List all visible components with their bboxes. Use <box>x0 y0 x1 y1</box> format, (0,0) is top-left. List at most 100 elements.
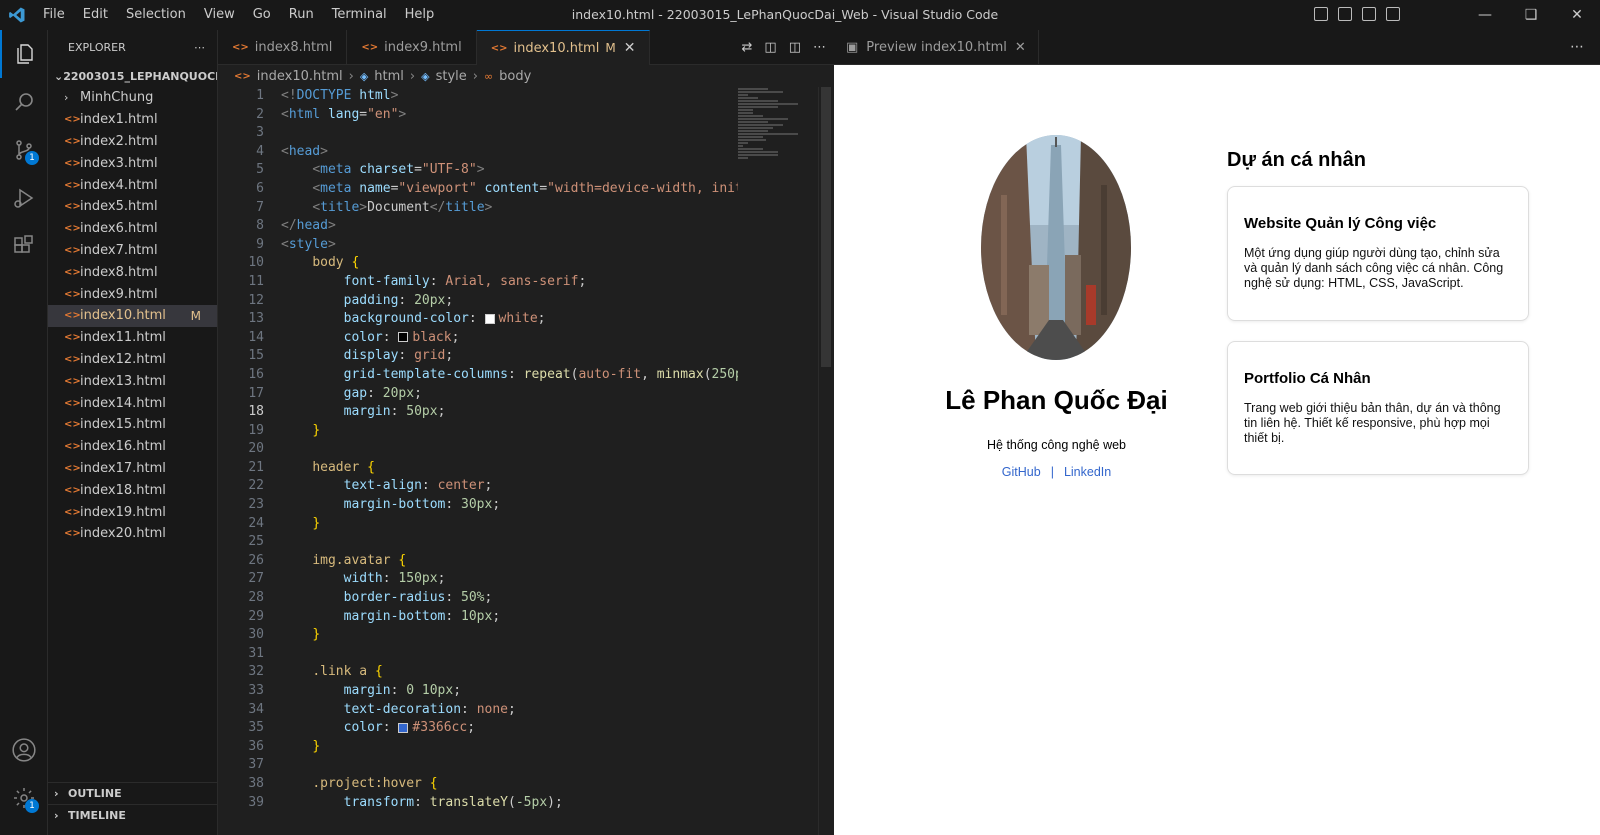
explorer-icon[interactable] <box>0 30 48 78</box>
toggle-panel-icon[interactable] <box>1338 7 1352 21</box>
code-text: } <box>312 627 321 643</box>
code-line: 17 gap: 20px; <box>218 385 738 404</box>
code-text: <head> <box>281 143 328 159</box>
split-editor-icon[interactable]: ◫ <box>789 40 801 55</box>
code-text: border-radius: 50%; <box>343 590 493 606</box>
color-swatch[interactable] <box>398 332 409 343</box>
menu-terminal[interactable]: Terminal <box>323 0 396 30</box>
vscode-logo-icon <box>0 0 34 30</box>
toggle-secondary-sidebar-icon[interactable] <box>1362 7 1376 21</box>
tree-file[interactable]: <> index9.html <box>48 283 217 305</box>
breadcrumb-style[interactable]: style <box>436 69 467 84</box>
html-file-icon: <> <box>64 462 81 474</box>
extensions-icon[interactable] <box>0 222 48 270</box>
tree-item-label: index6.html <box>80 221 158 237</box>
tree-file[interactable]: <> index6.html <box>48 218 217 240</box>
breadcrumb-html[interactable]: html <box>374 69 404 84</box>
tab-index9[interactable]: <> index9.html <box>347 30 477 65</box>
chevron-right-icon: › <box>54 809 59 822</box>
outline-section[interactable]: › OUTLINE <box>48 782 218 804</box>
customize-layout-icon[interactable] <box>1386 7 1400 21</box>
more-actions-icon[interactable]: ⋯ <box>1570 30 1584 65</box>
line-number: 30 <box>248 627 264 643</box>
color-swatch[interactable] <box>484 313 495 324</box>
line-number: 12 <box>248 292 264 308</box>
project-card[interactable]: Website Quản lý Công việc Một ứng dụng g… <box>1227 186 1529 321</box>
code-text: background-color: white; <box>343 311 546 327</box>
tree-folder[interactable]: › MinhChung <box>48 87 217 109</box>
account-icon[interactable] <box>0 726 48 774</box>
tab-index8[interactable]: <> index8.html <box>218 30 348 65</box>
more-actions-icon[interactable]: ⋯ <box>813 40 826 55</box>
linkedin-link[interactable]: LinkedIn <box>1064 465 1111 479</box>
tree-file[interactable]: <> index1.html <box>48 109 217 131</box>
tree-file[interactable]: <> index5.html <box>48 196 217 218</box>
tree-item-label: index20.html <box>80 526 166 542</box>
menu-file[interactable]: File <box>34 0 74 30</box>
toggle-sidebar-icon[interactable] <box>1314 7 1328 21</box>
restore-icon[interactable]: ❑ <box>1508 0 1554 30</box>
open-preview-icon[interactable]: ◫ <box>764 40 776 55</box>
line-number: 27 <box>248 571 264 587</box>
menu-edit[interactable]: Edit <box>74 0 117 30</box>
timeline-section[interactable]: › TIMELINE <box>48 804 218 826</box>
github-link[interactable]: GitHub <box>1002 465 1041 479</box>
search-icon[interactable] <box>0 78 48 126</box>
close-window-icon[interactable]: ✕ <box>1554 0 1600 30</box>
tree-file[interactable]: <> index18.html <box>48 479 217 501</box>
layout-controls <box>1314 7 1400 21</box>
tree-file[interactable]: <> index12.html <box>48 349 217 371</box>
line-number: 17 <box>248 385 264 401</box>
code-editor[interactable]: 1 <!DOCTYPE html> 2 <html lang="en"> 3 4 <head… <box>218 87 738 835</box>
line-number: 10 <box>248 255 264 271</box>
menu-view[interactable]: View <box>195 0 244 30</box>
minimap[interactable] <box>738 87 808 287</box>
tree-file[interactable]: <> index17.html <box>48 458 217 480</box>
breadcrumb-body[interactable]: body <box>499 69 531 84</box>
compare-changes-icon[interactable]: ⇄ <box>742 40 753 55</box>
project-card[interactable]: Portfolio Cá Nhân Trang web giới thiệu b… <box>1227 341 1529 475</box>
menu-help[interactable]: Help <box>396 0 444 30</box>
tab-index10[interactable]: <> index10.html M ✕ <box>476 30 651 65</box>
editor-actions: ⇄ ◫ ◫ ⋯ <box>742 30 827 65</box>
source-control-icon[interactable]: 1 <box>0 126 48 174</box>
tree-item-label: index7.html <box>80 242 158 258</box>
code-line: 35 color: #3366cc; <box>218 719 738 738</box>
menu-selection[interactable]: Selection <box>117 0 195 30</box>
minimize-icon[interactable]: — <box>1462 0 1508 30</box>
tree-file[interactable]: <> index10.html M <box>48 304 217 327</box>
color-swatch[interactable] <box>398 722 409 733</box>
menu-run[interactable]: Run <box>280 0 323 30</box>
menu-go[interactable]: Go <box>244 0 280 30</box>
line-number: 29 <box>248 608 264 624</box>
line-number: 38 <box>248 775 264 791</box>
tree-file[interactable]: <> index13.html <box>48 370 217 392</box>
code-line: 23 margin-bottom: 30px; <box>218 496 738 515</box>
tree-file[interactable]: <> index16.html <box>48 436 217 458</box>
more-actions-icon[interactable]: ⋯ <box>194 41 205 54</box>
html-file-icon: <> <box>64 397 81 409</box>
tree-file[interactable]: <> index19.html <box>48 501 217 523</box>
tree-file[interactable]: <> index2.html <box>48 131 217 153</box>
tree-file[interactable]: <> index14.html <box>48 392 217 414</box>
tab-preview[interactable]: ▣ Preview index10.html ✕ <box>834 29 1039 65</box>
tree-file[interactable]: <> index20.html <box>48 523 217 545</box>
code-text: <meta name="viewport" content="width=dev… <box>312 180 738 196</box>
tree-file[interactable]: <> index7.html <box>48 240 217 262</box>
tree-file[interactable]: <> index3.html <box>48 152 217 174</box>
settings-gear-icon[interactable]: 1 <box>0 774 48 822</box>
tree-file[interactable]: <> index4.html <box>48 174 217 196</box>
breadcrumb-file[interactable]: index10.html <box>257 69 343 84</box>
workspace-folder[interactable]: ⌄ 22003015_LEPHANQUOCD... <box>48 65 217 87</box>
tree-file[interactable]: <> index11.html <box>48 327 217 349</box>
tree-file[interactable]: <> index15.html <box>48 414 217 436</box>
link-separator: | <box>1050 465 1054 479</box>
line-number: 39 <box>248 794 264 810</box>
code-line: 30 } <box>218 626 738 645</box>
editor-scrollbar[interactable] <box>818 87 832 835</box>
line-number: 5 <box>256 162 264 178</box>
close-tab-icon[interactable]: ✕ <box>1015 40 1026 55</box>
tree-file[interactable]: <> index8.html <box>48 261 217 283</box>
run-debug-icon[interactable] <box>0 174 48 222</box>
close-tab-icon[interactable]: ✕ <box>624 40 636 56</box>
